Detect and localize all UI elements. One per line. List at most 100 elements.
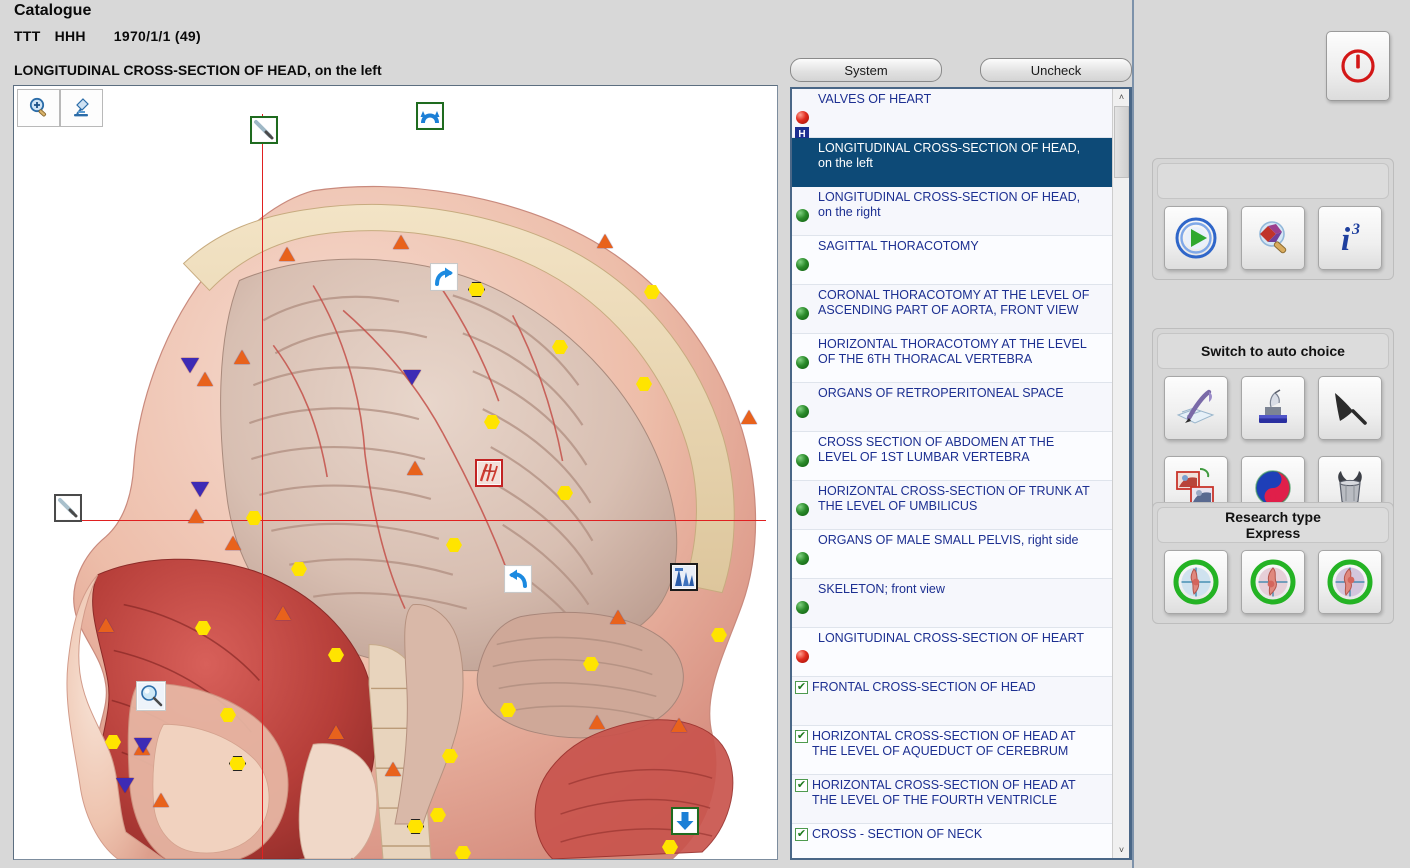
scroll-up-arrow-icon[interactable]: ˄ bbox=[1113, 89, 1130, 105]
marker-triangle-up[interactable] bbox=[234, 350, 250, 364]
scroll-down-arrow-icon[interactable]: ˅ bbox=[1113, 842, 1130, 858]
blue-thumbnail-marker[interactable] bbox=[670, 563, 698, 591]
target-body-icon bbox=[1172, 558, 1220, 606]
marker-triangle-up[interactable] bbox=[589, 715, 605, 729]
power-button[interactable] bbox=[1326, 31, 1390, 101]
marker-triangle-up[interactable] bbox=[328, 725, 344, 739]
list-scrollbar[interactable]: ˄ ˅ bbox=[1112, 89, 1129, 858]
uncheck-button[interactable]: Uncheck bbox=[980, 58, 1132, 82]
group-tools-row-1 bbox=[1153, 369, 1393, 449]
crosshair-vertical bbox=[262, 114, 263, 860]
microscope-icon[interactable] bbox=[60, 89, 103, 127]
marker-triangle-up[interactable] bbox=[385, 762, 401, 776]
play-button[interactable] bbox=[1164, 206, 1228, 270]
svg-text:3: 3 bbox=[1351, 221, 1360, 238]
list-item-checkbox[interactable]: ✔ bbox=[795, 681, 808, 694]
patient-initials-1: TTT bbox=[14, 28, 41, 44]
list-item[interactable]: HVALVES OF HEART bbox=[792, 89, 1112, 138]
list-item-label: HORIZONTAL CROSS-SECTION OF HEAD AT THE … bbox=[812, 729, 1096, 759]
status-dot-green bbox=[796, 307, 809, 320]
vessel-thumbnail-marker[interactable] bbox=[475, 459, 503, 487]
page-title: Catalogue bbox=[14, 2, 91, 20]
list-item[interactable]: HORIZONTAL CROSS-SECTION OF TRUNK AT THE… bbox=[792, 481, 1112, 530]
list-item-checkbox[interactable]: ✔ bbox=[795, 828, 808, 841]
scalpel-button[interactable] bbox=[1318, 376, 1382, 440]
study-list-panel[interactable]: HVALVES OF HEARTLONGITUDINAL CROSS-SECTI… bbox=[790, 87, 1132, 860]
list-item-label: CROSS SECTION OF ABDOMEN AT THE LEVEL OF… bbox=[818, 435, 1096, 465]
list-item[interactable]: LONGITUDINAL CROSS-SECTION OF HEAD, on t… bbox=[792, 138, 1112, 187]
marker-triangle-up[interactable] bbox=[225, 536, 241, 550]
list-item[interactable]: CROSS SECTION OF ABDOMEN AT THE LEVEL OF… bbox=[792, 432, 1112, 481]
list-item[interactable]: CORONAL THORACOTOMY AT THE LEVEL OF ASCE… bbox=[792, 285, 1112, 334]
list-item[interactable]: ✔CROSS - SECTION OF NECK bbox=[792, 824, 1112, 858]
arrow-curve-left-marker[interactable] bbox=[504, 565, 532, 593]
express-scan-1-button[interactable] bbox=[1164, 550, 1228, 614]
system-button[interactable]: System bbox=[790, 58, 942, 82]
status-dot-red bbox=[796, 650, 809, 663]
magnifier-marker[interactable] bbox=[136, 681, 166, 711]
marker-triangle-up[interactable] bbox=[741, 410, 757, 424]
arrow-curve-right-marker[interactable] bbox=[430, 263, 458, 291]
group-top-label bbox=[1157, 163, 1389, 199]
stamp-button[interactable] bbox=[1241, 376, 1305, 440]
anatomy-image-viewer[interactable] bbox=[13, 85, 778, 860]
list-action-buttons: System Uncheck bbox=[790, 58, 1132, 82]
info-cubed-button[interactable]: i 3 bbox=[1318, 206, 1382, 270]
list-item[interactable]: ✔FRONTAL CROSS-SECTION OF HEAD bbox=[792, 677, 1112, 726]
zoom-in-icon[interactable] bbox=[17, 89, 60, 127]
marker-triangle-up[interactable] bbox=[610, 610, 626, 624]
arrow-arch-up-marker[interactable] bbox=[416, 102, 444, 130]
express-scan-3-button[interactable] bbox=[1318, 550, 1382, 614]
marker-triangle-down[interactable] bbox=[134, 738, 152, 753]
express-scan-2-button[interactable] bbox=[1241, 550, 1305, 614]
list-item-checkbox[interactable]: ✔ bbox=[795, 779, 808, 792]
marker-triangle-up[interactable] bbox=[344, 858, 360, 860]
marker-triangle-down[interactable] bbox=[181, 358, 199, 373]
marker-triangle-up[interactable] bbox=[188, 509, 204, 523]
right-sidebar: i 3 Switch to auto choice bbox=[1132, 0, 1410, 868]
list-item[interactable]: ORGANS OF MALE SMALL PELVIS, right side bbox=[792, 530, 1112, 579]
marker-triangle-up[interactable] bbox=[279, 247, 295, 261]
list-item-label: VALVES OF HEART bbox=[818, 92, 1096, 107]
marker-triangle-up[interactable] bbox=[393, 235, 409, 249]
crosshair-horizontal bbox=[66, 520, 766, 521]
status-dot-green bbox=[796, 356, 809, 369]
marker-triangle-up[interactable] bbox=[407, 461, 423, 475]
list-item-label: CORONAL THORACOTOMY AT THE LEVEL OF ASCE… bbox=[818, 288, 1096, 318]
section-title: LONGITUDINAL CROSS-SECTION OF HEAD, on t… bbox=[14, 62, 382, 78]
i-cubed-icon: i 3 bbox=[1327, 215, 1373, 261]
marker-triangle-down[interactable] bbox=[116, 778, 134, 793]
list-item[interactable]: ORGANS OF RETROPERITONEAL SPACE bbox=[792, 383, 1112, 432]
list-item[interactable]: LONGITUDINAL CROSS-SECTION OF HEAD, on t… bbox=[792, 187, 1112, 236]
list-item-label: LONGITUDINAL CROSS-SECTION OF HEAD, on t… bbox=[818, 141, 1096, 171]
status-dot-green bbox=[796, 601, 809, 614]
marker-triangle-up[interactable] bbox=[671, 718, 687, 732]
stamp-icon bbox=[1250, 385, 1296, 431]
arrow-down-marker[interactable] bbox=[671, 807, 699, 835]
list-item-checkbox[interactable]: ✔ bbox=[795, 730, 808, 743]
list-item[interactable]: ✔HORIZONTAL CROSS-SECTION OF HEAD AT THE… bbox=[792, 775, 1112, 824]
marker-triangle-up[interactable] bbox=[597, 234, 613, 248]
sidebar-group-tools: Switch to auto choice bbox=[1152, 328, 1394, 530]
list-item[interactable]: SAGITTAL THORACOTOMY bbox=[792, 236, 1112, 285]
list-item[interactable]: LONGITUDINAL CROSS-SECTION OF HEART bbox=[792, 628, 1112, 677]
list-item[interactable]: SKELETON; front view bbox=[792, 579, 1112, 628]
write-report-button[interactable] bbox=[1164, 376, 1228, 440]
marker-triangle-up[interactable] bbox=[197, 372, 213, 386]
target-body-icon bbox=[1326, 558, 1374, 606]
list-item[interactable]: HORIZONTAL THORACOTOMY AT THE LEVEL OF T… bbox=[792, 334, 1112, 383]
list-item[interactable]: ✔ HORIZONTAL CROSS-SECTION OF HEAD AT THE… bbox=[792, 726, 1112, 775]
inspect-button[interactable] bbox=[1241, 206, 1305, 270]
scalpel-marker-left[interactable] bbox=[54, 494, 82, 522]
scrollbar-thumb[interactable] bbox=[1114, 106, 1129, 178]
marker-triangle-down[interactable] bbox=[191, 482, 209, 497]
list-item-label: ORGANS OF MALE SMALL PELVIS, right side bbox=[818, 533, 1096, 548]
marker-triangle-up[interactable] bbox=[275, 606, 291, 620]
switch-to-auto-choice-label: Switch to auto choice bbox=[1157, 333, 1389, 369]
marker-triangle-up[interactable] bbox=[153, 793, 169, 807]
scalpel-marker-top[interactable] bbox=[250, 116, 278, 144]
sidebar-group-express: Research type Express bbox=[1152, 502, 1394, 624]
group-top-buttons: i 3 bbox=[1153, 199, 1393, 279]
marker-triangle-down[interactable] bbox=[403, 370, 421, 385]
marker-triangle-up[interactable] bbox=[98, 618, 114, 632]
